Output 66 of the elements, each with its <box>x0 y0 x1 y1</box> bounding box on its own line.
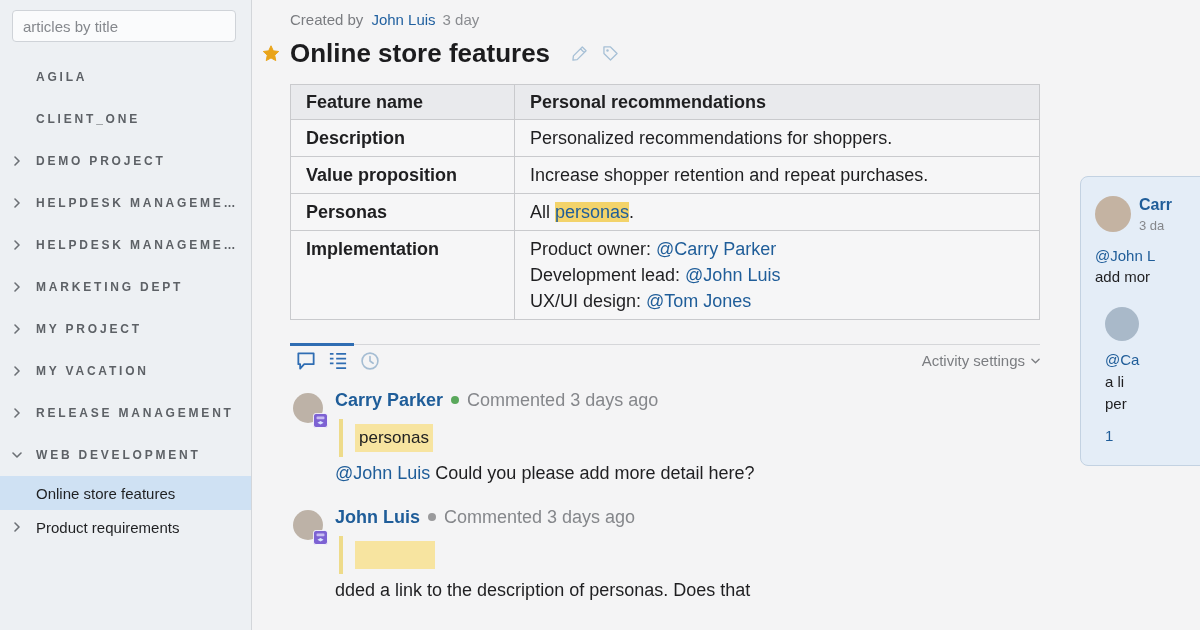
comment-text: dded a link to the description of personas. Does that <box>335 579 751 601</box>
clock-icon <box>361 351 379 370</box>
author-link[interactable]: Carry Parker <box>335 389 444 411</box>
avatar <box>1105 307 1139 341</box>
chevron-right-icon[interactable] <box>14 366 20 376</box>
chevron-right-icon[interactable] <box>14 240 20 250</box>
search-field[interactable]: articles by title <box>12 10 236 42</box>
star-icon[interactable] <box>262 44 280 62</box>
table-header-cell: Feature name <box>290 84 515 120</box>
list-icon <box>329 351 347 370</box>
author-link[interactable]: John Luis <box>371 10 436 30</box>
row-header-cell: Value proposition <box>290 156 515 194</box>
author-link[interactable]: John Luis <box>335 506 420 528</box>
table-cell: Increase shopper retention and repeat purchases. <box>514 156 1040 194</box>
tree-item[interactable]: CLIENT_ONE <box>0 98 251 140</box>
chevron-down-icon[interactable] <box>12 452 22 458</box>
highlighted-link[interactable]: personas <box>555 202 630 222</box>
tree-item[interactable]: HELPDESK MANAGEME… <box>0 182 251 224</box>
chevron-down-icon <box>1031 357 1040 364</box>
badge-icon <box>313 413 328 428</box>
chevron-right-icon[interactable] <box>14 324 20 334</box>
tree-item[interactable]: RELEASE MANAGEMENT <box>0 392 251 434</box>
chevron-right-icon[interactable] <box>14 198 20 208</box>
timestamp: 3 day <box>442 10 480 30</box>
quoted-text: personas <box>355 424 433 452</box>
tree-item[interactable]: MY VACATION <box>0 350 251 392</box>
table-cell: Personalized recommendations for shoppers. <box>514 119 1040 157</box>
tree-item[interactable]: MARKETING DEPT <box>0 266 251 308</box>
comment-time: Commented 3 days ago <box>444 506 636 528</box>
speech-bubble-icon <box>297 351 315 370</box>
tree-item[interactable]: Product requirements <box>0 510 251 544</box>
chevron-right-icon[interactable] <box>14 156 20 166</box>
avatar <box>1095 196 1131 232</box>
mention-link[interactable]: @Tom Jones <box>646 291 752 311</box>
meta-label: Created by <box>290 10 364 30</box>
comment-text: add mor <box>1095 267 1151 287</box>
table-cell: Product owner: @Carry Parker Development lead: @John Luis UX/UI design: @Tom Jones <box>514 230 1040 320</box>
mention-link[interactable]: @John Luis <box>335 463 431 483</box>
tree-item[interactable]: DEMO PROJECT <box>0 140 251 182</box>
badge-icon <box>313 530 328 545</box>
tree-item[interactable]: AGILA <box>0 56 251 98</box>
tree-item[interactable]: HELPDESK MANAGEME… <box>0 224 251 266</box>
page-title: Online store features <box>290 37 551 70</box>
activity-settings-button[interactable]: Activity settings <box>921 352 1040 369</box>
comment-text: a li <box>1105 372 1125 392</box>
chevron-right-icon[interactable] <box>14 408 20 418</box>
mention-link[interactable]: @John Luis <box>685 265 781 285</box>
mention-link[interactable]: @Ca <box>1105 349 1140 371</box>
mention-link[interactable]: @John L <box>1095 245 1156 266</box>
comment-text: @John Luis Could you please add more detail here? <box>335 462 755 484</box>
tree-item[interactable]: Online store features <box>0 476 251 510</box>
table-cell: All personas. <box>514 193 1040 231</box>
row-header-cell: Description <box>290 119 515 157</box>
table-header-cell: Personal recommendations <box>514 84 1040 120</box>
chevron-right-icon[interactable] <box>14 522 20 532</box>
row-header-cell: Personas <box>290 193 515 231</box>
row-header-cell: Implementation <box>290 230 515 320</box>
tree-item[interactable]: MY PROJECT <box>0 308 251 350</box>
chevron-right-icon[interactable] <box>14 282 20 292</box>
replies-link[interactable]: 1 <box>1105 425 1114 447</box>
tree-item[interactable]: WEB DEVELOPMENT <box>0 434 251 476</box>
comment-time: 3 da <box>1139 217 1165 235</box>
comment-text: per <box>1105 394 1127 414</box>
mention-link[interactable]: @Carry Parker <box>656 239 777 259</box>
author-link[interactable]: Carr <box>1139 195 1172 214</box>
comment-time: Commented 3 days ago <box>467 389 659 411</box>
